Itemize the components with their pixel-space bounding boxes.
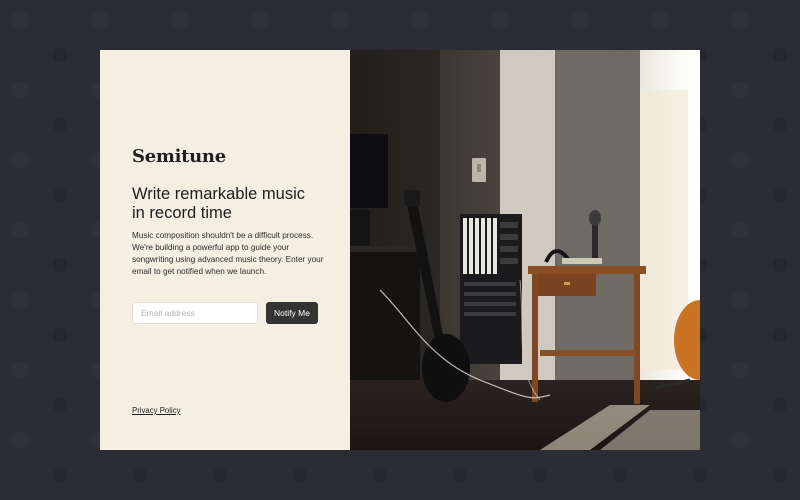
- brand-logo: Semitune: [132, 146, 226, 167]
- studio-photo: [350, 50, 700, 450]
- notify-me-button[interactable]: Notify Me: [266, 302, 318, 324]
- landing-card: Semitune Write remarkable music in recor…: [100, 50, 700, 450]
- description-text: Music composition shouldn't be a difficu…: [132, 231, 324, 276]
- email-input[interactable]: [132, 302, 258, 324]
- headline-line-1: Write remarkable music: [132, 185, 305, 203]
- headline-line-2: in record time: [132, 204, 232, 222]
- privacy-policy-link[interactable]: Privacy Policy: [132, 406, 181, 415]
- signup-panel: Semitune Write remarkable music in recor…: [100, 50, 350, 450]
- page-headline: Write remarkable music in record time: [132, 185, 322, 223]
- studio-photo-illustration: [350, 50, 700, 450]
